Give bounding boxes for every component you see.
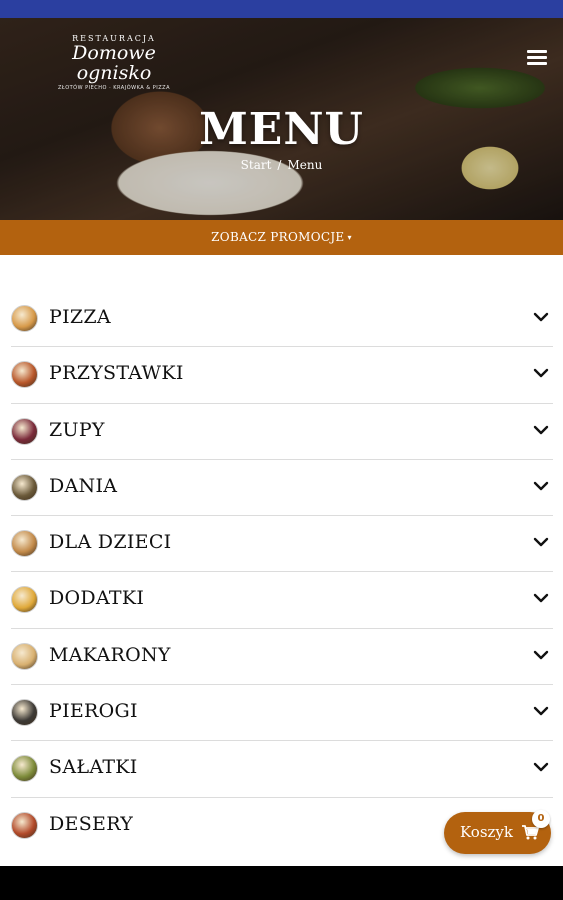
menu-category-label: PIEROGI <box>49 700 138 723</box>
hamburger-icon[interactable] <box>527 50 547 66</box>
dessert-icon <box>11 811 38 839</box>
main-dish-icon <box>11 473 38 501</box>
cart-label: Koszyk <box>460 823 513 841</box>
breadcrumb-separator: / <box>277 158 282 172</box>
chevron-down-icon[interactable] <box>533 649 549 661</box>
menu-category-label: DLA DZIECI <box>49 531 172 554</box>
menu-category-item[interactable]: PIZZA <box>11 291 553 348</box>
appetizer-icon <box>11 361 38 389</box>
pizza-icon <box>11 305 38 332</box>
restaurant-logo[interactable]: RESTAURACJA Domowe ognisko ZŁOTÓW PIECHO… <box>34 34 194 91</box>
side-dish-icon <box>11 586 38 614</box>
menu-category-item[interactable]: MAKARONY <box>11 629 553 686</box>
hero-banner: RESTAURACJA Domowe ognisko ZŁOTÓW PIECHO… <box>0 18 563 220</box>
status-bar <box>0 0 563 18</box>
menu-category-label: DANIA <box>49 474 118 497</box>
breadcrumb-current: Menu <box>287 158 323 172</box>
page-title: MENU <box>199 104 364 155</box>
promotions-label: ZOBACZ PROMOCJE <box>211 230 345 244</box>
menu-category-label: DODATKI <box>49 587 145 610</box>
chevron-down-icon[interactable] <box>533 592 549 604</box>
pasta-icon <box>11 642 38 670</box>
chevron-down-icon[interactable] <box>533 480 549 492</box>
chevron-down-icon[interactable] <box>533 705 549 717</box>
logo-subtitle: ZŁOTÓW PIECHO · KRAJÓWKA & PIZZA <box>57 85 171 91</box>
dumplings-icon <box>11 699 38 727</box>
breadcrumb-start[interactable]: Start <box>241 158 272 172</box>
menu-category-list: PIZZA PRZYSTAWKI ZUPY DANIA DLA DZIECI DODATK… <box>11 291 553 854</box>
menu-category-label: ZUPY <box>49 418 105 441</box>
chevron-down-icon[interactable] <box>533 761 549 773</box>
chevron-down-icon[interactable] <box>533 536 549 548</box>
caret-down-icon: ▾ <box>347 233 352 242</box>
menu-category-label: PIZZA <box>49 306 111 328</box>
menu-category-item[interactable]: DODATKI <box>11 572 553 629</box>
menu-category-label: MAKARONY <box>49 643 171 666</box>
salad-icon <box>11 755 38 783</box>
soup-icon <box>11 417 38 445</box>
menu-category-item[interactable]: SAŁATKI <box>11 741 553 798</box>
logo-name: Domowe ognisko <box>72 42 156 84</box>
breadcrumb: Start / Menu <box>0 158 563 172</box>
chevron-down-icon[interactable] <box>533 424 549 436</box>
menu-category-item[interactable]: ZUPY <box>11 404 553 460</box>
menu-category-label: SAŁATKI <box>49 756 138 779</box>
chevron-down-icon[interactable] <box>533 311 549 323</box>
system-navigation-bar <box>0 866 563 900</box>
promotions-button[interactable]: ZOBACZ PROMOCJE ▾ <box>0 220 563 255</box>
menu-category-item[interactable]: PIEROGI <box>11 685 553 742</box>
menu-category-item[interactable]: PRZYSTAWKI <box>11 347 553 404</box>
chevron-down-icon[interactable] <box>533 367 549 379</box>
menu-category-item[interactable]: DLA DZIECI <box>11 516 553 573</box>
menu-category-label: DESERY <box>49 812 134 835</box>
kids-meal-icon <box>11 530 38 558</box>
cart-count-badge: 0 <box>532 810 550 828</box>
menu-category-label: PRZYSTAWKI <box>49 362 184 385</box>
menu-category-item[interactable]: DANIA <box>11 460 553 517</box>
